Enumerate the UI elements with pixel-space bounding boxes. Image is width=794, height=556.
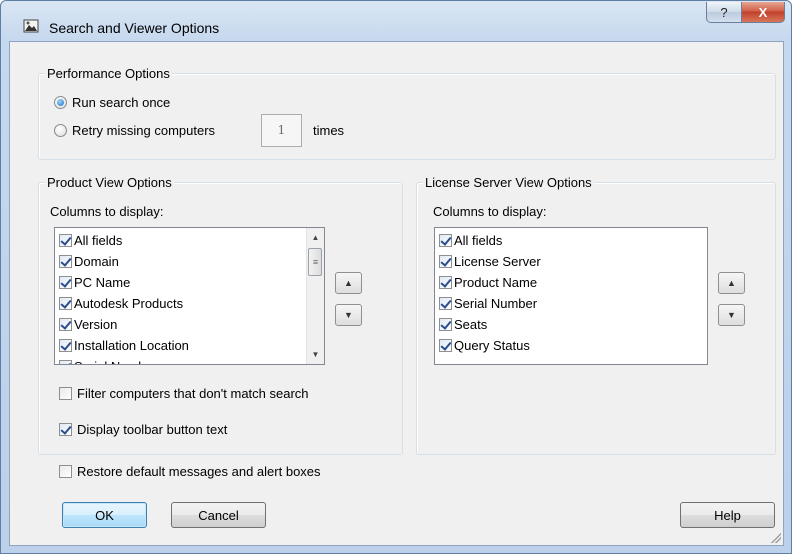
filter-computers-label[interactable]: Filter computers that don't match search	[77, 386, 309, 401]
license-move-up-button[interactable]: ▲	[718, 272, 745, 294]
license-view-item-checkbox[interactable]	[439, 297, 452, 310]
product-view-list-item[interactable]: Serial Number	[59, 356, 157, 364]
down-arrow-icon: ▼	[344, 310, 353, 320]
product-view-item-checkbox[interactable]	[59, 276, 72, 289]
license-view-item-label: Seats	[454, 317, 488, 332]
retry-missing-radio[interactable]	[54, 124, 67, 137]
license-view-item-checkbox[interactable]	[439, 234, 452, 247]
license-view-item-checkbox[interactable]	[439, 276, 452, 289]
license-columns-label: Columns to display:	[433, 204, 547, 219]
ok-button[interactable]: OK	[62, 502, 147, 528]
scroll-down-arrow-icon[interactable]: ▼	[307, 346, 324, 363]
product-move-down-button[interactable]: ▼	[335, 304, 362, 326]
restore-defaults-label[interactable]: Restore default messages and alert boxes	[77, 464, 321, 479]
retry-missing-label[interactable]: Retry missing computers	[72, 123, 215, 138]
resize-grip-icon[interactable]	[769, 531, 781, 543]
help-button[interactable]: Help	[680, 502, 775, 528]
product-view-item-label: Autodesk Products	[74, 296, 184, 311]
title-bar[interactable]: Search and Viewer Options ? X	[1, 1, 791, 41]
run-search-once-label[interactable]: Run search once	[72, 95, 170, 110]
product-view-item-label: Serial Number	[74, 359, 157, 364]
product-view-item-checkbox[interactable]	[59, 234, 72, 247]
product-view-item-checkbox[interactable]	[59, 255, 72, 268]
license-view-list-item[interactable]: License Server	[439, 251, 541, 272]
display-toolbar-text-checkbox[interactable]	[59, 423, 72, 436]
performance-options-legend: Performance Options	[45, 66, 172, 81]
product-view-options-legend: Product View Options	[45, 175, 174, 190]
times-label: times	[313, 123, 345, 138]
license-view-list-item[interactable]: Serial Number	[439, 293, 537, 314]
retry-count-input[interactable]: 1	[261, 114, 302, 147]
license-view-list-item[interactable]: Seats	[439, 314, 487, 335]
product-view-list-item[interactable]: PC Name	[59, 272, 130, 293]
up-arrow-icon: ▲	[344, 278, 353, 288]
product-columns-list[interactable]: All fields Domain PC Name Autodesk Products…	[54, 227, 325, 365]
product-view-item-checkbox[interactable]	[59, 339, 72, 352]
filter-computers-checkbox[interactable]	[59, 387, 72, 400]
license-view-item-label: All fields	[454, 233, 503, 248]
product-view-list-item[interactable]: Installation Location	[59, 335, 189, 356]
license-view-list-item[interactable]: Product Name	[439, 272, 537, 293]
product-view-list-item[interactable]: Domain	[59, 251, 119, 272]
title-help-button[interactable]: ?	[706, 2, 742, 23]
license-server-view-options-legend: License Server View Options	[423, 175, 594, 190]
product-view-item-checkbox[interactable]	[59, 297, 72, 310]
license-view-item-checkbox[interactable]	[439, 255, 452, 268]
up-arrow-icon: ▲	[727, 278, 736, 288]
dialog-window: Search and Viewer Options ? X Performanc…	[0, 0, 792, 554]
product-view-item-checkbox[interactable]	[59, 360, 72, 364]
title-close-button[interactable]: X	[741, 2, 785, 23]
cancel-button[interactable]: Cancel	[171, 502, 266, 528]
display-toolbar-text-label[interactable]: Display toolbar button text	[77, 422, 227, 437]
scroll-up-arrow-icon[interactable]: ▲	[307, 229, 324, 246]
license-move-down-button[interactable]: ▼	[718, 304, 745, 326]
product-view-list-item[interactable]: Version	[59, 314, 117, 335]
license-view-item-label: Product Name	[454, 275, 538, 290]
license-view-item-checkbox[interactable]	[439, 339, 452, 352]
restore-defaults-checkbox[interactable]	[59, 465, 72, 478]
license-columns-list[interactable]: All fields License Server Product Name Seri…	[434, 227, 708, 365]
product-move-up-button[interactable]: ▲	[335, 272, 362, 294]
product-view-list-item[interactable]: All fields	[59, 230, 122, 251]
product-view-item-label: Domain	[74, 254, 119, 269]
app-icon	[23, 19, 39, 33]
product-view-item-label: Installation Location	[74, 338, 189, 353]
product-view-list-item[interactable]: Autodesk Products	[59, 293, 183, 314]
performance-options-group: Performance Options	[38, 66, 776, 160]
product-columns-label: Columns to display:	[50, 204, 164, 219]
product-view-item-label: Version	[74, 317, 118, 332]
license-view-list-item[interactable]: Query Status	[439, 335, 530, 356]
down-arrow-icon: ▼	[727, 310, 736, 320]
scroll-thumb[interactable]: ≡	[308, 248, 322, 276]
license-view-item-checkbox[interactable]	[439, 318, 452, 331]
help-question-icon: ?	[720, 4, 728, 20]
product-view-item-checkbox[interactable]	[59, 318, 72, 331]
product-list-scrollbar[interactable]: ▲ ≡ ▼	[306, 228, 324, 364]
grip-icon: ≡	[312, 257, 318, 267]
product-view-item-label: PC Name	[74, 275, 131, 290]
license-view-item-label: Query Status	[454, 338, 530, 353]
product-view-item-label: All fields	[74, 233, 123, 248]
run-search-once-radio[interactable]	[54, 96, 67, 109]
license-view-list-item[interactable]: All fields	[439, 230, 502, 251]
dialog-client-area: Performance Options Run search once Retr…	[9, 41, 784, 546]
window-title: Search and Viewer Options	[49, 20, 220, 36]
license-view-item-label: License Server	[454, 254, 541, 269]
close-icon: X	[758, 4, 768, 20]
license-view-item-label: Serial Number	[454, 296, 538, 311]
